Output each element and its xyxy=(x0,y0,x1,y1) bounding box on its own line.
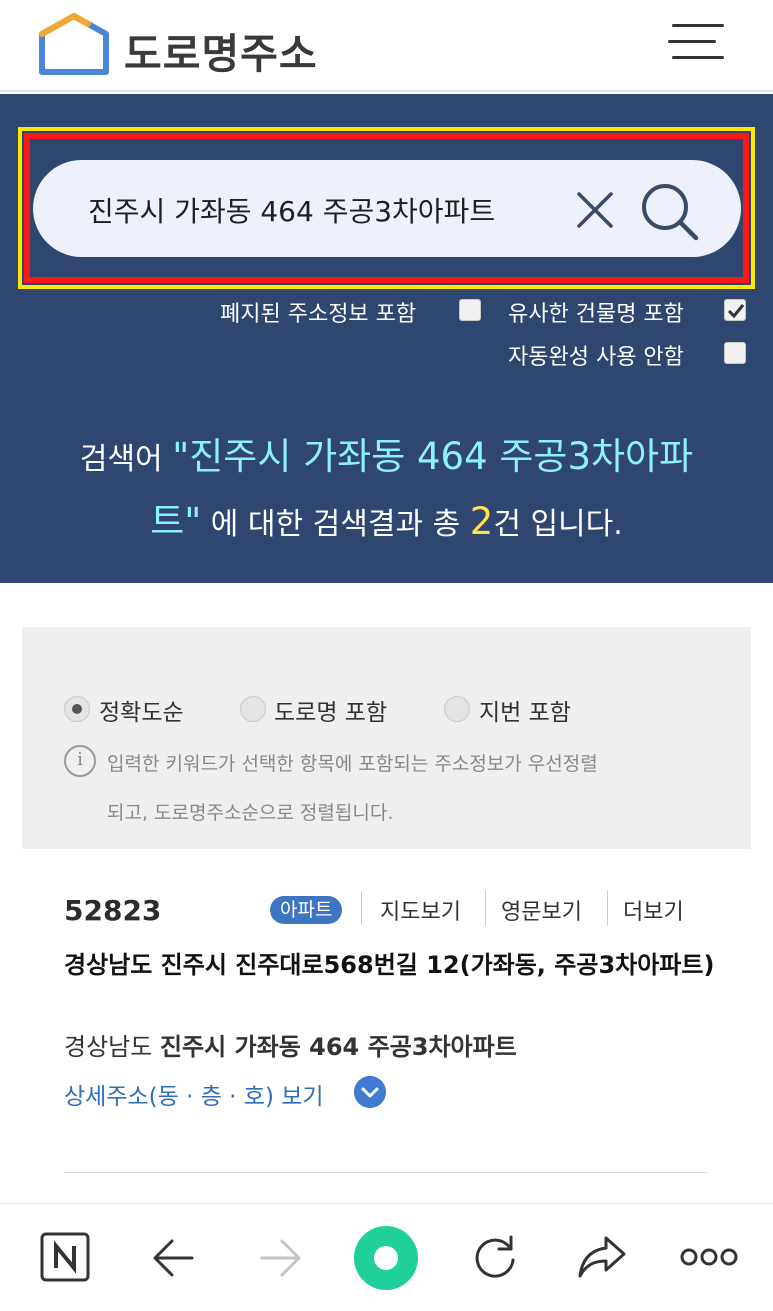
back-arrow-icon[interactable] xyxy=(150,1236,196,1280)
map-view-link[interactable]: 지도보기 xyxy=(380,894,461,926)
detail-address-link[interactable]: 상세주소(동 · 층 · 호) 보기 xyxy=(64,1077,324,1111)
radio-jibun[interactable] xyxy=(444,696,470,722)
option-abolished-checkbox[interactable] xyxy=(459,299,481,321)
radio-accuracy-label[interactable]: 정확도순 xyxy=(99,693,184,727)
naver-n-icon[interactable] xyxy=(40,1232,90,1282)
checkmark-icon xyxy=(727,304,745,319)
result-divider xyxy=(64,1172,709,1173)
search-query-text[interactable]: 진주시 가좌동 464 주공3차아파트 xyxy=(88,190,495,230)
road-address[interactable]: 경상남도 진주시 진주대로568번길 12(가좌동, 주공3차아파트) xyxy=(64,947,724,983)
link-separator xyxy=(361,891,362,925)
summary-count: 2 xyxy=(469,500,494,543)
more-link[interactable]: 더보기 xyxy=(623,894,684,926)
sort-info-text-1: 입력한 키워드가 선택한 항목에 포함되는 주소정보가 우선정렬 xyxy=(107,753,598,775)
option-similar-building-checkbox[interactable] xyxy=(724,299,746,321)
radio-road-name-label[interactable]: 도로명 포함 xyxy=(274,693,387,727)
link-separator xyxy=(607,891,608,925)
radio-jibun-label[interactable]: 지번 포함 xyxy=(479,693,571,727)
jibun-address-prefix: 경상남도 xyxy=(64,1033,153,1061)
summary-middle: 에 대한 검색결과 총 xyxy=(210,507,461,542)
option-autocomplete-label: 자동완성 사용 안함 xyxy=(508,345,684,370)
home-green-circle-icon[interactable] xyxy=(352,1224,420,1292)
jibun-address[interactable]: 경상남도 진주시 가좌동 464 주공3차아파트 xyxy=(64,1027,517,1062)
search-icon[interactable] xyxy=(638,180,700,242)
house-logo-icon[interactable] xyxy=(38,12,110,76)
summary-query-2: 트" xyxy=(150,500,202,543)
more-dots-icon[interactable] xyxy=(680,1244,738,1270)
close-icon[interactable] xyxy=(573,188,617,232)
result-zip-code: 52823 xyxy=(64,894,162,927)
app-header: 도로명주소 xyxy=(0,0,773,92)
english-view-link[interactable]: 영문보기 xyxy=(501,894,582,926)
link-separator xyxy=(485,891,486,925)
building-type-badge: 아파트 xyxy=(270,896,343,924)
summary-prefix: 검색어 xyxy=(79,442,163,477)
brand-title[interactable]: 도로명주소 xyxy=(124,20,318,80)
option-similar-building-label: 유사한 건물명 포함 xyxy=(508,302,684,327)
option-abolished-label: 폐지된 주소정보 포함 xyxy=(220,302,417,327)
refresh-icon[interactable] xyxy=(470,1232,520,1282)
option-autocomplete-checkbox[interactable] xyxy=(724,342,746,364)
share-icon[interactable] xyxy=(576,1232,628,1282)
jibun-address-rest: 진주시 가좌동 464 주공3차아파트 xyxy=(159,1033,517,1061)
radio-accuracy[interactable] xyxy=(64,696,90,722)
summary-suffix: 건 입니다. xyxy=(493,507,623,542)
result-summary: 검색어 "진주시 가좌동 464 주공3차아파 트" 에 대한 검색결과 총 2… xyxy=(0,426,773,556)
chevron-down-icon[interactable] xyxy=(354,1076,386,1108)
forward-arrow-icon[interactable] xyxy=(258,1236,304,1280)
sort-info-text-2: 되고, 도로명주소순으로 정렬됩니다. xyxy=(107,802,394,824)
info-icon xyxy=(64,745,96,777)
radio-road-name[interactable] xyxy=(240,696,266,722)
summary-query-1: "진주시 가좌동 464 주공3차아파 xyxy=(172,435,694,478)
hamburger-menu-icon[interactable] xyxy=(668,20,724,64)
